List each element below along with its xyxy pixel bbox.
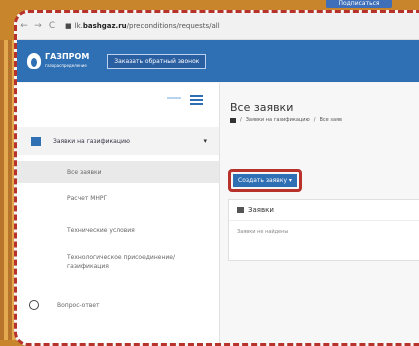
panel-header: Заявки [229,200,419,221]
gazprom-logo[interactable]: ГАЗПРОМ газораспределение [27,52,89,70]
sidebar: Заявки на газификацию ▾ Все заявки Расче… [17,83,220,343]
breadcrumb-link[interactable]: Заявки на газификацию [246,117,310,123]
breadcrumb: / Заявки на газификацию / Все заяв [230,117,342,123]
create-highlight: Создать заявку ▾ [228,169,302,192]
sidebar-item-requests[interactable]: Заявки на газификацию ▾ [17,127,219,155]
lock-icon: ■ [65,22,72,30]
home-icon[interactable] [230,117,236,123]
subscribe-button[interactable]: Подписаться [326,0,392,8]
screen-frame: ← → C ■ lk.bashgaz.ru/preconditions/requ… [14,10,419,346]
flame-icon [27,53,41,69]
sidebar-subitem-connect[interactable]: Технологическое присоединение/газификаци… [17,253,219,271]
sidebar-subitem-calc[interactable]: Расчет МНРГ [17,195,219,202]
list-icon [237,207,244,213]
menu-icon[interactable] [190,93,203,107]
create-request-button[interactable]: Создать заявку ▾ [233,174,297,187]
sidebar-item-faq[interactable]: Вопрос-ответ [17,295,219,315]
page-title: Все заявки [230,101,294,114]
breadcrumb-current: Все заяв [319,117,342,123]
requests-panel: Заявки Заявки не найдены [228,199,419,261]
sidebar-indicator [167,97,181,99]
chevron-down-icon: ▾ [203,137,207,145]
url-text[interactable]: lk.bashgaz.ru/preconditions/requests/all [75,22,220,30]
address-bar[interactable]: ← → C ■ lk.bashgaz.ru/preconditions/requ… [17,13,419,40]
back-icon[interactable]: ← [17,21,31,31]
empty-message: Заявки не найдены [237,229,289,235]
question-icon [29,300,39,310]
reload-icon[interactable]: C [45,21,59,31]
main-content: Все заявки / Заявки на газификацию / Все… [220,83,419,343]
document-icon [31,136,41,146]
sidebar-subitem-all[interactable]: Все заявки [17,161,219,183]
site-header: ГАЗПРОМ газораспределение Заказать обратн… [17,40,419,82]
sidebar-subitem-tech[interactable]: Технические условия [17,227,219,234]
callback-button[interactable]: Заказать обратный звонок [107,53,207,69]
forward-icon[interactable]: → [31,21,45,31]
